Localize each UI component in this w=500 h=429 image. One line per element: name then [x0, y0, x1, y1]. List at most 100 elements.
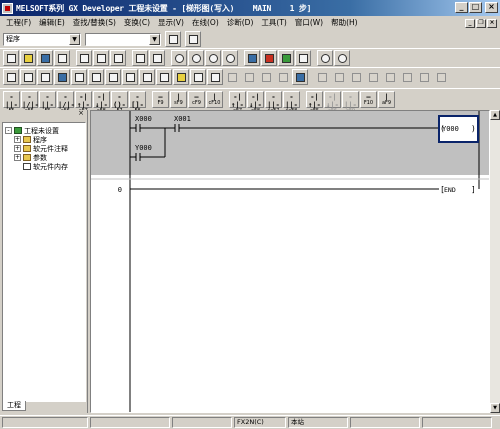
- ladder-symbol-button[interactable]: -|/|-sF5: [21, 90, 39, 113]
- ladder-symbol-button[interactable]: -|↑|-aF7: [229, 90, 246, 113]
- paste-button[interactable]: [110, 50, 126, 66]
- scroll-up-button[interactable]: ▲: [490, 110, 500, 120]
- undo-button[interactable]: [132, 50, 148, 66]
- tree-item[interactable]: 软元件内存: [3, 162, 85, 171]
- contact-x000-label[interactable]: X000: [135, 115, 152, 123]
- open-project-button[interactable]: [20, 50, 36, 66]
- comment-button[interactable]: [185, 31, 201, 47]
- convert-all-button[interactable]: [139, 69, 155, 85]
- monitor-write-button[interactable]: [295, 50, 311, 66]
- ladder-view-button[interactable]: [3, 69, 19, 85]
- minimize-button[interactable]: _: [455, 2, 468, 13]
- read-mode-button[interactable]: [37, 69, 53, 85]
- disabled-tool-button[interactable]: [365, 69, 381, 85]
- program-combo[interactable]: 程序 ▼: [3, 32, 81, 46]
- ladder-symbol-button[interactable]: -|↑|-aF5: [306, 90, 323, 113]
- ladder-symbol-button[interactable]: -||-F6: [39, 90, 56, 113]
- find-comment-button[interactable]: [222, 50, 238, 66]
- mdi-restore-button[interactable]: ❐: [476, 18, 486, 28]
- disabled-tool-button[interactable]: [275, 69, 291, 85]
- menu-find-replace[interactable]: 查找/替换(S): [69, 16, 120, 30]
- ladder-symbol-button[interactable]: — F9: [152, 90, 169, 108]
- cut-button[interactable]: [76, 50, 92, 66]
- chevron-down-icon[interactable]: ▼: [69, 33, 80, 45]
- ladder-editor[interactable]: X000 X001 Y000 Y000 ( ) 0 [ END ]: [90, 110, 490, 413]
- contact-y000-label[interactable]: Y000: [135, 144, 152, 152]
- contact-x001-label[interactable]: X001: [174, 115, 191, 123]
- list-view-button[interactable]: [20, 69, 36, 85]
- zoom-out-button[interactable]: [334, 50, 350, 66]
- expand-icon[interactable]: +: [14, 145, 21, 152]
- ladder-symbol-button[interactable]: — F10: [360, 90, 377, 108]
- disabled-tool-button[interactable]: [399, 69, 415, 85]
- disabled-tool-button[interactable]: [258, 69, 274, 85]
- menu-project[interactable]: 工程(F): [2, 16, 35, 30]
- vertical-scrollbar[interactable]: ▲ ▼: [490, 110, 500, 413]
- ladder-symbol-button[interactable]: -|↓|-aF8: [247, 90, 264, 113]
- comment-display-button[interactable]: [88, 69, 104, 85]
- menu-convert[interactable]: 变换(C): [120, 16, 154, 30]
- mdi-minimize-button[interactable]: _: [465, 18, 475, 28]
- mdi-close-button[interactable]: ×: [487, 18, 497, 28]
- app-icon[interactable]: [2, 2, 13, 14]
- menu-diagnostics[interactable]: 诊断(D): [223, 16, 258, 30]
- ladder-symbol-button[interactable]: | aF9: [378, 90, 395, 108]
- disabled-tool-button[interactable]: [348, 69, 364, 85]
- block-combo[interactable]: ▼: [85, 32, 161, 46]
- ladder-symbol-button[interactable]: -|/|-sF6: [57, 90, 75, 113]
- monitor-button[interactable]: [278, 50, 294, 66]
- close-icon[interactable]: ×: [78, 109, 84, 117]
- stop-button[interactable]: [292, 69, 308, 85]
- find-step-button[interactable]: [205, 50, 221, 66]
- scroll-down-button[interactable]: ▼: [490, 403, 500, 413]
- device-batch-button[interactable]: [156, 69, 172, 85]
- expand-icon[interactable]: +: [14, 154, 21, 161]
- collapse-icon[interactable]: -: [5, 127, 12, 134]
- maximize-button[interactable]: □: [469, 2, 482, 13]
- step-execute-button[interactable]: [190, 69, 206, 85]
- chevron-down-icon[interactable]: ▼: [149, 33, 160, 45]
- disabled-tool-button[interactable]: [382, 69, 398, 85]
- ladder-symbol-button[interactable]: -||-saF7: [265, 90, 282, 113]
- find-instruction-button[interactable]: [188, 50, 204, 66]
- menu-window[interactable]: 窗口(W): [291, 16, 327, 30]
- new-project-button[interactable]: [3, 50, 19, 66]
- disabled-tool-button[interactable]: [416, 69, 432, 85]
- ladder-symbol-button[interactable]: -||-F5: [3, 90, 20, 113]
- menu-edit[interactable]: 编辑(E): [35, 16, 69, 30]
- end-instruction[interactable]: END: [444, 186, 456, 194]
- monitor-mode-button[interactable]: [71, 69, 87, 85]
- ladder-symbol-button[interactable]: -[]-F8: [129, 90, 146, 113]
- project-tree[interactable]: - 工程未设置 + 程序 + 软元件注释 + 参数 软元件内存: [2, 122, 86, 402]
- expand-icon[interactable]: +: [14, 136, 21, 143]
- copy-button[interactable]: [93, 50, 109, 66]
- ladder-diagram[interactable]: X000 X001 Y000 Y000 ( ) 0 [ END ]: [91, 111, 490, 413]
- save-project-button[interactable]: [37, 50, 53, 66]
- disabled-tool-button[interactable]: [331, 69, 347, 85]
- disabled-tool-button[interactable]: [224, 69, 240, 85]
- menu-online[interactable]: 在线(O): [188, 16, 223, 30]
- menu-help[interactable]: 帮助(H): [327, 16, 362, 30]
- zoom-in-button[interactable]: [317, 50, 333, 66]
- ladder-symbol-button[interactable]: -()-F7: [111, 90, 128, 113]
- convert-button[interactable]: [122, 69, 138, 85]
- menu-view[interactable]: 显示(V): [154, 16, 188, 30]
- ladder-symbol-button[interactable]: | cF10: [206, 90, 223, 108]
- plc-write-button[interactable]: [261, 50, 277, 66]
- ladder-symbol-button[interactable]: | sF9: [170, 90, 187, 108]
- project-tab[interactable]: 工程: [2, 401, 26, 411]
- step-jump-button[interactable]: [165, 31, 181, 47]
- program-check-button[interactable]: [173, 69, 189, 85]
- close-button[interactable]: ×: [485, 2, 498, 13]
- ladder-symbol-button[interactable]: -|↑|-sF7: [75, 90, 92, 113]
- disabled-tool-button[interactable]: [433, 69, 449, 85]
- ladder-symbol-button[interactable]: -|↓|-aF6: [324, 90, 341, 113]
- redo-button[interactable]: [149, 50, 165, 66]
- menu-tools[interactable]: 工具(T): [257, 16, 290, 30]
- print-button[interactable]: [54, 50, 70, 66]
- ladder-symbol-button[interactable]: -||-aF9: [342, 90, 359, 113]
- disabled-tool-button[interactable]: [314, 69, 330, 85]
- find-device-button[interactable]: [171, 50, 187, 66]
- disabled-tool-button[interactable]: [241, 69, 257, 85]
- device-list-button[interactable]: [105, 69, 121, 85]
